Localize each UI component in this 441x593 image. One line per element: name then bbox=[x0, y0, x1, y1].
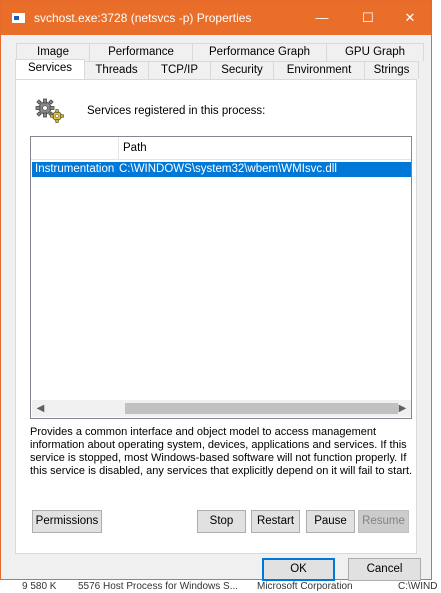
tab-strings[interactable]: Strings bbox=[364, 61, 419, 79]
title-bar[interactable]: svchost.exe:3728 (netsvcs -p) Properties… bbox=[1, 1, 431, 35]
bg-cell-path: C:\WIND bbox=[398, 581, 438, 592]
services-registered-label: Services registered in this process: bbox=[87, 105, 266, 117]
window-title: svchost.exe:3728 (netsvcs -p) Properties bbox=[34, 11, 252, 25]
pause-button[interactable]: Pause bbox=[306, 510, 355, 533]
background-process-row: 9 580 K 5576 Host Process for Windows S.… bbox=[0, 580, 441, 593]
tab-performance[interactable]: Performance bbox=[89, 43, 193, 61]
tab-performance-graph[interactable]: Performance Graph bbox=[192, 43, 327, 61]
ok-button[interactable]: OK bbox=[262, 558, 335, 581]
tab-environment[interactable]: Environment bbox=[273, 61, 365, 79]
listview-header: Path bbox=[31, 137, 411, 160]
scrollbar-thumb[interactable] bbox=[125, 403, 398, 414]
properties-dialog: svchost.exe:3728 (netsvcs -p) Properties… bbox=[0, 0, 432, 581]
table-row[interactable]: Instrumentation C:\WINDOWS\system32\wbem… bbox=[32, 162, 411, 177]
horizontal-scrollbar[interactable]: ◀ ▶ bbox=[32, 400, 411, 417]
service-name-cell: Instrumentation bbox=[35, 163, 115, 175]
tab-security[interactable]: Security bbox=[210, 61, 274, 79]
services-gear-icon bbox=[34, 97, 66, 125]
maximize-button[interactable]: ☐ bbox=[345, 1, 391, 35]
service-path-cell: C:\WINDOWS\system32\wbem\WMIsvc.dll bbox=[119, 163, 337, 175]
resume-button[interactable]: Resume bbox=[358, 510, 409, 533]
scroll-left-icon[interactable]: ◀ bbox=[32, 400, 49, 417]
minimize-button[interactable]: — bbox=[299, 1, 345, 35]
permissions-button[interactable]: Permissions bbox=[32, 510, 102, 533]
restart-button[interactable]: Restart bbox=[251, 510, 300, 533]
cancel-button[interactable]: Cancel bbox=[348, 558, 421, 581]
services-listview[interactable]: Path Instrumentation C:\WINDOWS\system32… bbox=[30, 136, 412, 419]
window-app-icon[interactable] bbox=[12, 13, 25, 23]
column-separator[interactable] bbox=[118, 137, 119, 159]
stop-button[interactable]: Stop bbox=[197, 510, 246, 533]
tab-services[interactable]: Services bbox=[15, 59, 85, 79]
bg-cell-description: 5576 Host Process for Windows S... bbox=[78, 581, 239, 592]
bg-cell-company: Microsoft Corporation bbox=[257, 581, 353, 592]
column-header-name[interactable] bbox=[35, 142, 115, 156]
background-window-edge bbox=[432, 0, 441, 593]
tab-gpu-graph[interactable]: GPU Graph bbox=[326, 43, 424, 61]
tab-tcpip[interactable]: TCP/IP bbox=[148, 61, 211, 79]
close-button[interactable]: ✕ bbox=[387, 1, 433, 35]
tab-threads[interactable]: Threads bbox=[84, 61, 149, 79]
column-header-path[interactable]: Path bbox=[123, 142, 147, 154]
scroll-right-icon[interactable]: ▶ bbox=[394, 400, 411, 417]
bg-cell-memory: 9 580 K bbox=[22, 581, 57, 592]
service-description: Provides a common interface and object m… bbox=[30, 426, 413, 477]
